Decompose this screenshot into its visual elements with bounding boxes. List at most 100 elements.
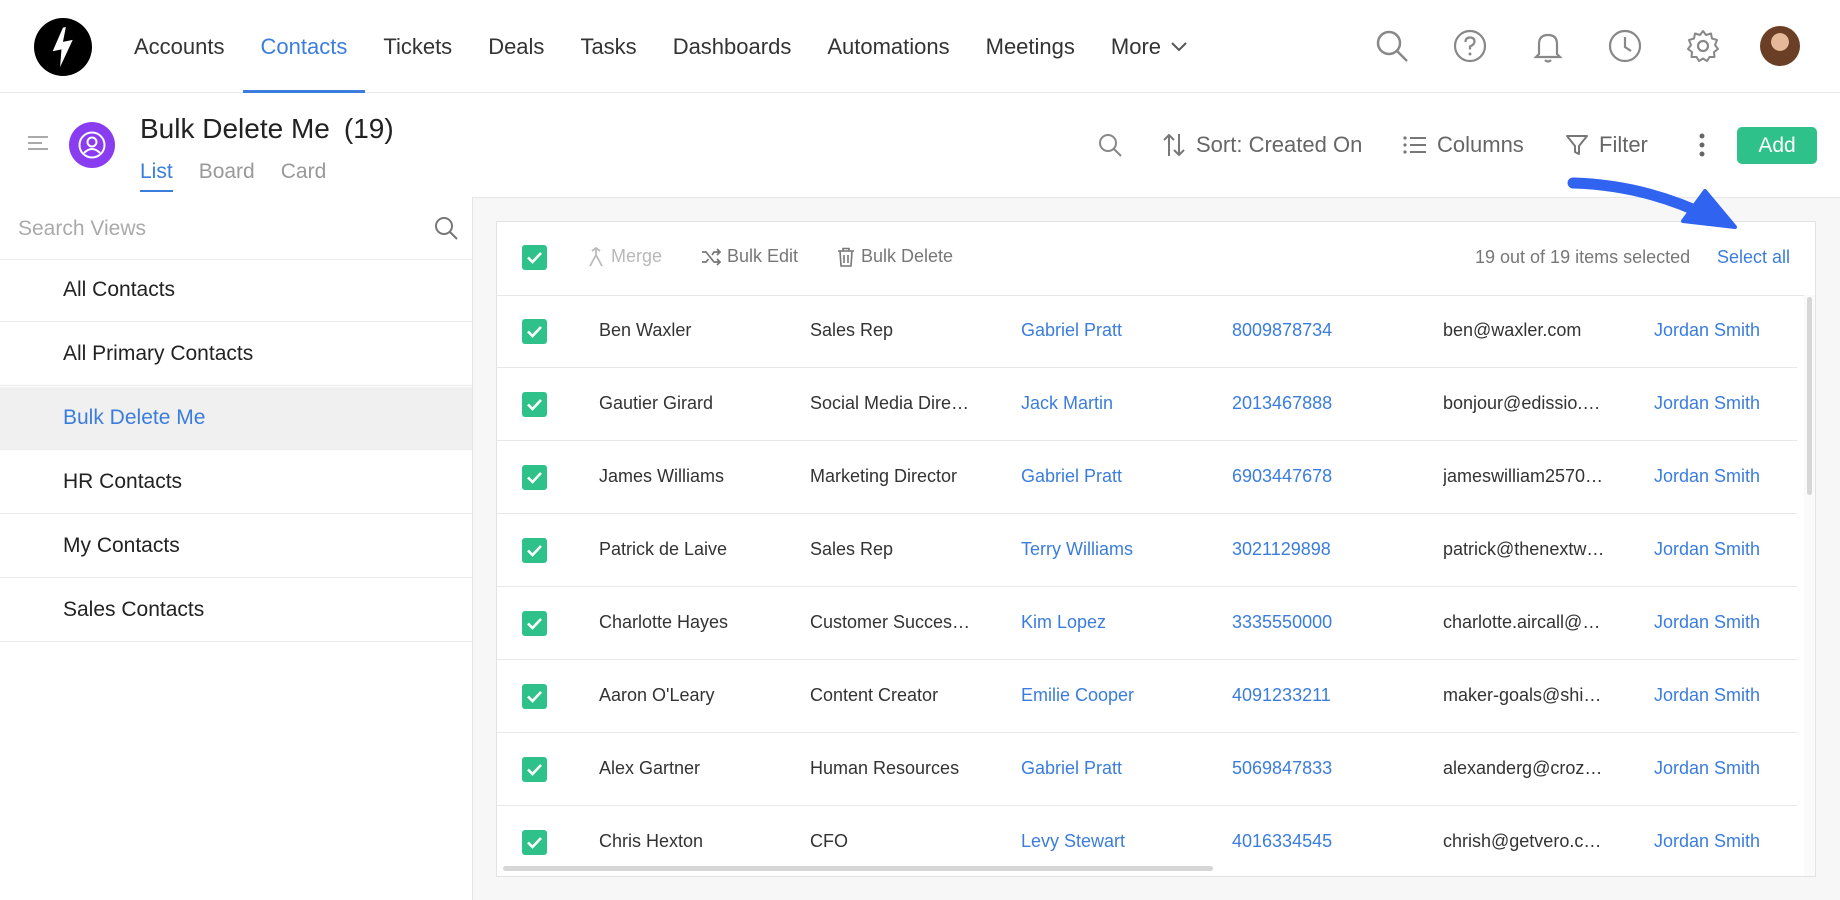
- bulk-edit-button[interactable]: Bulk Edit: [701, 246, 798, 267]
- tab-list[interactable]: List: [140, 160, 173, 192]
- sidebar-item-hr-contacts[interactable]: HR Contacts: [0, 451, 472, 514]
- nav-deals[interactable]: Deals: [470, 0, 562, 93]
- view-search-button[interactable]: [1097, 130, 1123, 160]
- contact-name[interactable]: Alex Gartner: [599, 758, 779, 779]
- contact-name[interactable]: Chris Hexton: [599, 831, 779, 852]
- sidebar-item-sales-contacts[interactable]: Sales Contacts: [0, 579, 472, 642]
- owner-link[interactable]: Emilie Cooper: [1021, 685, 1201, 706]
- owner-link[interactable]: Kim Lopez: [1021, 612, 1201, 633]
- row-checkbox[interactable]: [522, 392, 547, 417]
- nav-tasks[interactable]: Tasks: [562, 0, 654, 93]
- nav-accounts[interactable]: Accounts: [116, 0, 243, 93]
- sidebar-item-bulk-delete-me[interactable]: Bulk Delete Me: [0, 387, 472, 450]
- phone-link[interactable]: 3335550000: [1232, 612, 1412, 633]
- row-checkbox[interactable]: [522, 757, 547, 782]
- nav-meetings[interactable]: Meetings: [968, 0, 1093, 93]
- check-icon: [527, 691, 542, 703]
- tab-board[interactable]: Board: [199, 160, 255, 192]
- table-row[interactable]: Aaron O'Leary Content Creator Emilie Coo…: [497, 660, 1797, 733]
- owner-link[interactable]: Gabriel Pratt: [1021, 758, 1201, 779]
- row-checkbox[interactable]: [522, 465, 547, 490]
- row-checkbox[interactable]: [522, 830, 547, 855]
- avatar[interactable]: [1760, 26, 1800, 66]
- phone-link[interactable]: 5069847833: [1232, 758, 1412, 779]
- view-name: Bulk Delete Me: [140, 113, 330, 144]
- row-checkbox[interactable]: [522, 319, 547, 344]
- assignee-link[interactable]: Jordan Smith: [1654, 612, 1794, 633]
- owner-link[interactable]: Gabriel Pratt: [1021, 320, 1201, 341]
- job-title: Sales Rep: [810, 539, 894, 559]
- owner-link[interactable]: Jack Martin: [1021, 393, 1201, 414]
- row-checkbox[interactable]: [522, 611, 547, 636]
- vertical-scroll-thumb[interactable]: [1807, 297, 1812, 495]
- row-checkbox[interactable]: [522, 538, 547, 563]
- bulk-delete-button[interactable]: Bulk Delete: [837, 246, 953, 267]
- selection-count: 19 out of 19 items selected: [1475, 247, 1691, 267]
- phone-link[interactable]: 4016334545: [1232, 831, 1412, 852]
- email: chrish@getvero.c…: [1443, 831, 1602, 851]
- search-icon[interactable]: [1374, 28, 1410, 64]
- contact-name[interactable]: Ben Waxler: [599, 320, 779, 341]
- merge-button[interactable]: Merge: [587, 246, 662, 267]
- job-title: Human Resources: [810, 758, 960, 778]
- search-icon[interactable]: [433, 215, 459, 241]
- logo-icon[interactable]: [34, 18, 92, 76]
- contact-name[interactable]: James Williams: [599, 466, 779, 487]
- contact-name[interactable]: Aaron O'Leary: [599, 685, 779, 706]
- hamburger-icon[interactable]: [28, 136, 50, 152]
- bell-icon[interactable]: [1530, 28, 1566, 64]
- contact-name[interactable]: Charlotte Hayes: [599, 612, 779, 633]
- add-button[interactable]: Add: [1737, 127, 1817, 164]
- horizontal-scrollbar[interactable]: [503, 866, 1213, 871]
- nav-automations[interactable]: Automations: [809, 0, 967, 93]
- owner-link[interactable]: Levy Stewart: [1021, 831, 1201, 852]
- select-all-checkbox[interactable]: [522, 245, 547, 270]
- select-all-link[interactable]: Select all: [1717, 247, 1790, 268]
- table-row[interactable]: Gautier Girard Social Media Dire… Jack M…: [497, 368, 1797, 441]
- table-row[interactable]: Charlotte Hayes Customer Succes… Kim Lop…: [497, 587, 1797, 660]
- sidebar-item-my-contacts[interactable]: My Contacts: [0, 515, 472, 578]
- phone-link[interactable]: 4091233211: [1232, 685, 1412, 706]
- more-options-button[interactable]: [1698, 130, 1706, 160]
- sort-button[interactable]: Sort: Created On: [1162, 130, 1362, 160]
- owner-link[interactable]: Gabriel Pratt: [1021, 466, 1201, 487]
- assignee-link[interactable]: Jordan Smith: [1654, 393, 1794, 414]
- row-checkbox[interactable]: [522, 684, 547, 709]
- search-views-input[interactable]: [16, 211, 420, 247]
- assignee-link[interactable]: Jordan Smith: [1654, 685, 1794, 706]
- nav-dashboards[interactable]: Dashboards: [655, 0, 810, 93]
- owner-link[interactable]: Terry Williams: [1021, 539, 1201, 560]
- assignee-link[interactable]: Jordan Smith: [1654, 320, 1794, 341]
- nav-more[interactable]: More: [1093, 0, 1205, 93]
- help-icon[interactable]: [1452, 28, 1488, 64]
- table-row[interactable]: James Williams Marketing Director Gabrie…: [497, 441, 1797, 514]
- email: ben@waxler.com: [1443, 320, 1582, 340]
- assignee-link[interactable]: Jordan Smith: [1654, 539, 1794, 560]
- sort-label: Sort: Created On: [1196, 132, 1363, 157]
- sidebar-item-all-contacts[interactable]: All Contacts: [0, 259, 472, 322]
- nav-tickets[interactable]: Tickets: [365, 0, 470, 93]
- assignee-link[interactable]: Jordan Smith: [1654, 831, 1794, 852]
- table-row[interactable]: Patrick de Laive Sales Rep Terry William…: [497, 514, 1797, 587]
- sidebar-item-all-primary-contacts[interactable]: All Primary Contacts: [0, 323, 472, 386]
- assignee-link[interactable]: Jordan Smith: [1654, 466, 1794, 487]
- tab-card[interactable]: Card: [281, 160, 327, 192]
- vertical-scrollbar[interactable]: [1804, 295, 1815, 876]
- main-nav: Accounts Contacts Tickets Deals Tasks Da…: [116, 0, 1205, 93]
- columns-button[interactable]: Columns: [1403, 130, 1524, 160]
- phone-link[interactable]: 6903447678: [1232, 466, 1412, 487]
- check-icon: [527, 764, 542, 776]
- gear-icon[interactable]: [1685, 28, 1721, 64]
- nav-more-label: More: [1110, 33, 1162, 59]
- filter-button[interactable]: Filter: [1565, 130, 1648, 160]
- contact-name[interactable]: Patrick de Laive: [599, 539, 779, 560]
- table-row[interactable]: Ben Waxler Sales Rep Gabriel Pratt 80098…: [497, 295, 1797, 368]
- nav-contacts[interactable]: Contacts: [242, 0, 366, 93]
- phone-link[interactable]: 2013467888: [1232, 393, 1412, 414]
- phone-link[interactable]: 3021129898: [1232, 539, 1412, 560]
- contact-name[interactable]: Gautier Girard: [599, 393, 779, 414]
- clock-icon[interactable]: [1607, 28, 1643, 64]
- table-row[interactable]: Alex Gartner Human Resources Gabriel Pra…: [497, 733, 1797, 806]
- assignee-link[interactable]: Jordan Smith: [1654, 758, 1794, 779]
- phone-link[interactable]: 8009878734: [1232, 320, 1412, 341]
